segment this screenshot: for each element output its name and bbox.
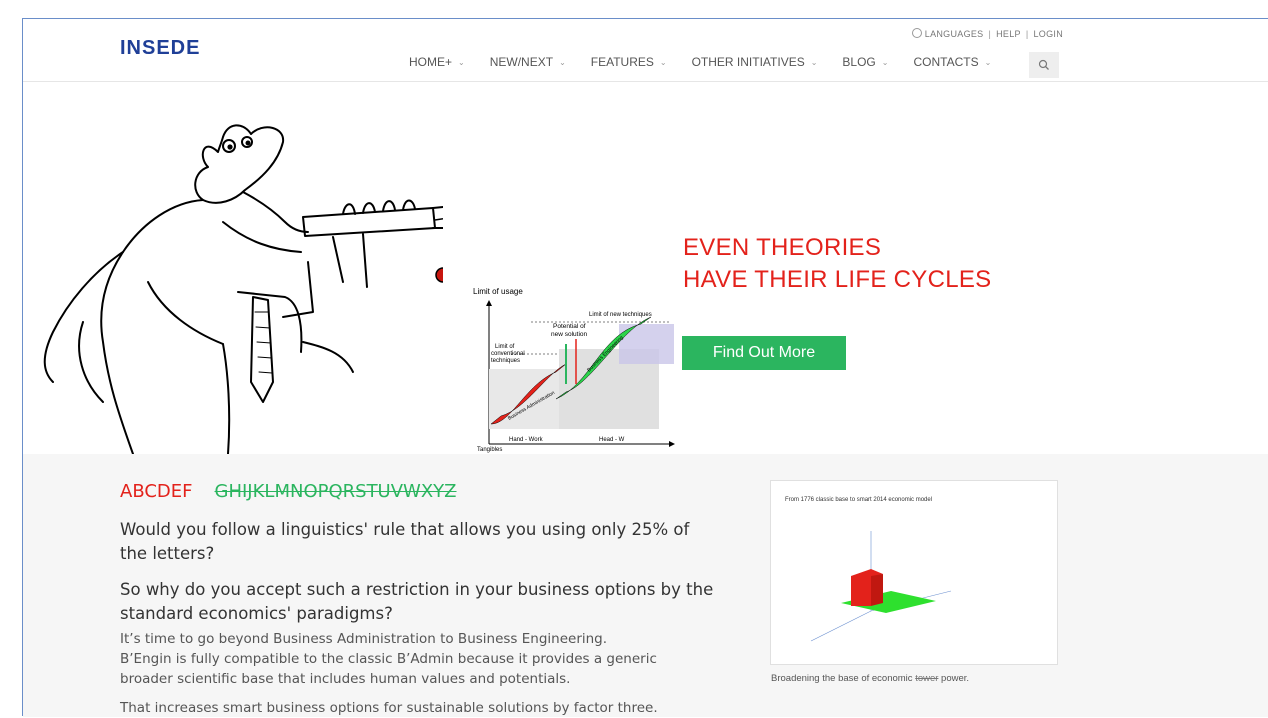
- login-link[interactable]: LOGIN: [1033, 29, 1063, 39]
- nav-item-new-next[interactable]: NEW/NEXT ⌄: [490, 55, 566, 69]
- question-linguistics: Would you follow a linguistics' rule tha…: [120, 520, 690, 563]
- paragraph-line: B’Engin is fully compatible to the class…: [120, 651, 657, 667]
- life-cycle-diagram: Limit of usage Potential of new solution…: [471, 284, 691, 454]
- alphabet-line: ABCDEF GHIJKLMNOPQRSTUVWXYZ: [120, 481, 457, 502]
- intro-section: ABCDEF GHIJKLMNOPQRSTUVWXYZ Would you fol…: [23, 454, 1268, 717]
- nav-item-home[interactable]: HOME+ ⌄: [409, 55, 465, 69]
- hero-slide: Limit of usage Potential of new solution…: [23, 82, 1268, 454]
- caption-strike: tower: [915, 673, 939, 684]
- caption-end: power.: [938, 673, 970, 684]
- chevron-down-icon: ⌄: [659, 57, 667, 67]
- nav-label: CONTACTS: [913, 55, 979, 69]
- browser-frame: INSEDE LANGUAGES | HELP | LOGIN HOME+ ⌄ NEW/N…: [22, 18, 1268, 717]
- search-button[interactable]: [1029, 52, 1059, 78]
- chevron-down-icon: ⌄: [458, 57, 465, 67]
- alphabet-struck: GHIJKLMNOPQRSTUVWXYZ: [214, 481, 457, 502]
- alphabet-allowed: ABCDEF: [120, 481, 193, 502]
- utility-separator: |: [988, 29, 992, 39]
- limit-conv-label-2: conventional: [491, 351, 525, 357]
- nav-item-contacts[interactable]: CONTACTS ⌄: [913, 55, 991, 69]
- paragraph-line: It’s time to go beyond Business Administ…: [120, 631, 608, 647]
- intro-paragraph: It’s time to go beyond Business Administ…: [120, 629, 750, 689]
- factor-paragraph: That increases smart business options fo…: [120, 700, 658, 716]
- hero-headline: EVEN THEORIES HAVE THEIR LIFE CYCLES: [683, 232, 991, 296]
- limit-new-label: Limit of new techniques: [589, 312, 652, 318]
- utility-links: LANGUAGES | HELP | LOGIN: [911, 28, 1063, 39]
- paragraph-line: broader scientific base that includes hu…: [120, 671, 571, 687]
- site-logo[interactable]: INSEDE: [120, 37, 200, 60]
- nav-label: FEATURES: [590, 55, 654, 69]
- chevron-down-icon: ⌄: [559, 57, 566, 67]
- chevron-down-icon: ⌄: [881, 57, 889, 67]
- figure-caption: Broadening the base of economic tower po…: [771, 673, 969, 684]
- cartoon-illustration: [43, 124, 443, 454]
- nav-item-features[interactable]: FEATURES ⌄: [591, 55, 667, 69]
- economic-model-figure[interactable]: From 1776 classic base to smart 2014 eco…: [770, 480, 1058, 665]
- utility-separator: |: [1025, 29, 1029, 39]
- headline-line-2: HAVE THEIR LIFE CYCLES: [683, 266, 992, 293]
- nav-label: OTHER INITIATIVES: [691, 55, 805, 69]
- nav-item-blog[interactable]: BLOG ⌄: [842, 55, 888, 69]
- economic-model-diagram: From 1776 classic base to smart 2014 eco…: [785, 497, 952, 642]
- question-business: So why do you accept such a restriction …: [120, 580, 714, 623]
- potential-label: Potential of: [553, 323, 586, 330]
- find-out-more-button[interactable]: Find Out More: [682, 336, 846, 370]
- hand-work-label: Hand - Work: [509, 437, 544, 443]
- nav-label: NEW/NEXT: [489, 55, 554, 69]
- caption-start: Broadening the base of economic: [771, 673, 916, 684]
- site-header: INSEDE LANGUAGES | HELP | LOGIN HOME+ ⌄ NEW/N…: [23, 19, 1268, 82]
- help-link[interactable]: HELP: [996, 29, 1021, 39]
- new-solution-label: new solution: [551, 331, 588, 338]
- head-work-label: Head - W: [599, 437, 625, 443]
- nav-item-other-initiatives[interactable]: OTHER INITIATIVES ⌄: [692, 55, 818, 69]
- tangibles-label: Tangibles: [477, 447, 502, 453]
- limit-conv-label-1: Limit of: [495, 344, 515, 350]
- globe-icon: [911, 28, 922, 38]
- search-icon: [1038, 59, 1049, 70]
- nav-label: BLOG: [842, 55, 876, 69]
- limit-conv-label-3: techniques: [491, 358, 520, 364]
- headline-line-1: EVEN THEORIES: [683, 234, 882, 261]
- figure-title: From 1776 classic base to smart 2014 eco…: [785, 497, 932, 503]
- languages-link[interactable]: LANGUAGES: [925, 29, 984, 39]
- nav-label: HOME+: [409, 55, 453, 69]
- main-nav: HOME+ ⌄ NEW/NEXT ⌄ FEATURES ⌄ OTHER INITIAT…: [409, 55, 1016, 69]
- chevron-down-icon: ⌄: [984, 57, 992, 67]
- limit-usage-label: Limit of usage: [473, 287, 523, 296]
- chevron-down-icon: ⌄: [810, 57, 818, 67]
